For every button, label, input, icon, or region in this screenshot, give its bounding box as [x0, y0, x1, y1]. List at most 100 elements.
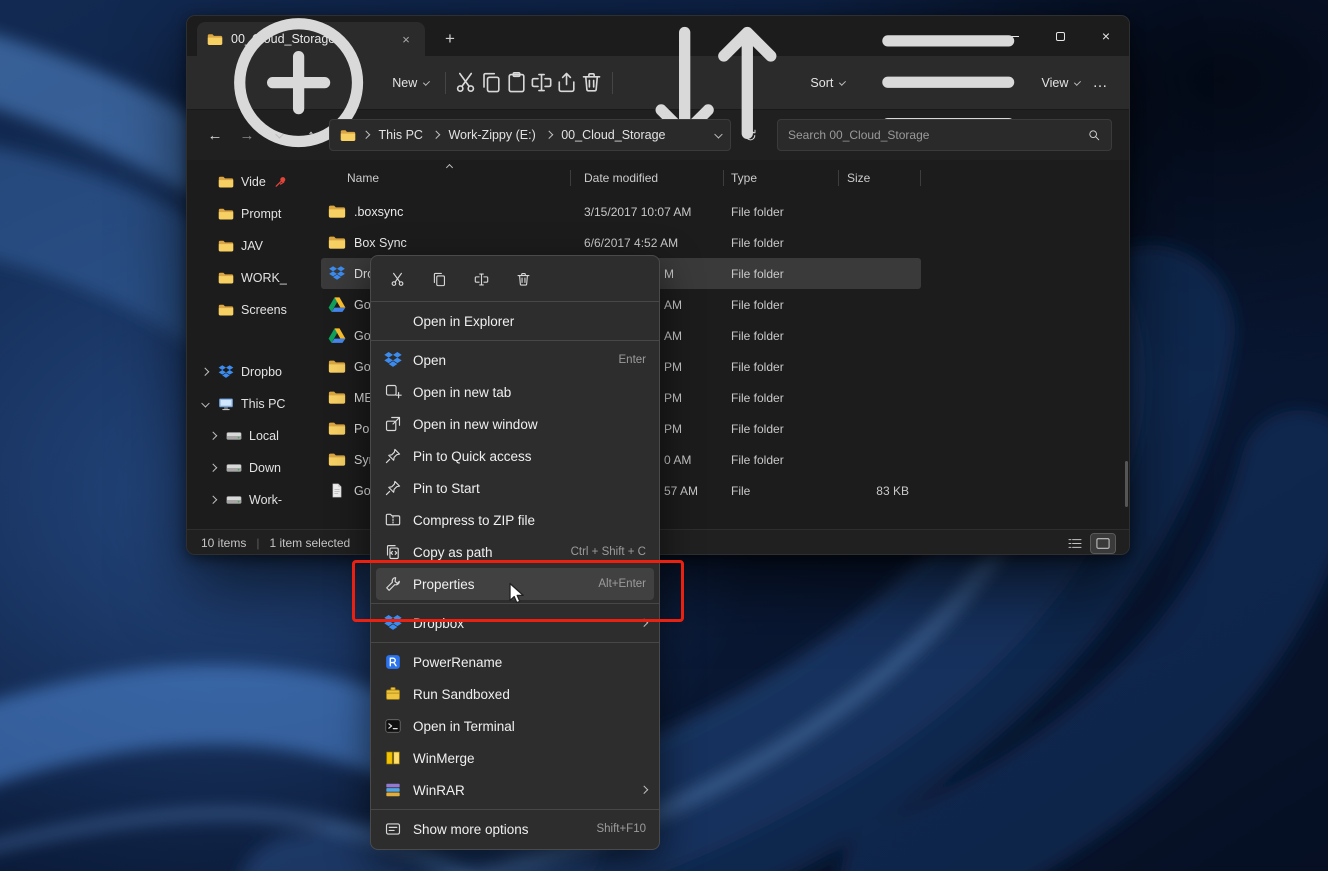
menu-divider	[371, 301, 659, 302]
menu-shortcut: Shift+F10	[596, 823, 646, 835]
rename-button[interactable]	[463, 264, 499, 294]
column-header-size[interactable]: Size	[839, 160, 921, 196]
sidebar-item-screens[interactable]: Screens	[187, 294, 321, 326]
menu-item-compress-to-zip-file[interactable]: Compress to ZIP file	[376, 504, 654, 536]
recent-locations-button[interactable]	[265, 120, 293, 150]
breadcrumb-this-pc[interactable]: This PC	[376, 126, 426, 144]
sidebar-item-label: Local	[249, 429, 279, 443]
breadcrumb-bar[interactable]: This PC Work-Zippy (E:) 00_Cloud_Storage	[329, 119, 731, 151]
paste-icon	[504, 70, 529, 95]
view-button[interactable]: View	[853, 66, 1088, 100]
file-row-box-sync[interactable]: Box Sync6/6/2017 4:52 AMFile folder	[321, 227, 921, 258]
delete-button[interactable]	[505, 264, 541, 294]
share-button[interactable]	[554, 66, 579, 100]
menu-item-label: Run Sandboxed	[413, 687, 646, 702]
disk-icon	[226, 493, 242, 507]
menu-item-show-more-options[interactable]: Show more optionsShift+F10	[376, 813, 654, 845]
chevron-down-icon	[840, 79, 846, 85]
sidebar-item-label: Dropbo	[241, 365, 282, 379]
sidebar-item-this-pc[interactable]: This PC	[187, 388, 321, 420]
search-box[interactable]	[777, 119, 1112, 151]
menu-item-open-in-explorer[interactable]: Open in Explorer	[376, 305, 654, 337]
menu-item-label: Open in Terminal	[413, 719, 646, 734]
sidebar-item-local[interactable]: Local	[187, 420, 321, 452]
paste-button[interactable]	[504, 66, 529, 100]
winmerge-icon	[384, 749, 402, 767]
breadcrumb-drive[interactable]: Work-Zippy (E:)	[445, 126, 538, 144]
column-header-name[interactable]: Name	[321, 160, 571, 196]
sidebar-item-label: Screens	[241, 303, 287, 317]
copy-button[interactable]	[421, 264, 457, 294]
chevron-right-icon[interactable]	[207, 433, 219, 439]
file-type: File folder	[724, 422, 839, 436]
chevron-glyph	[201, 368, 209, 376]
details-view-button[interactable]	[1063, 534, 1087, 553]
cut-button[interactable]	[379, 264, 415, 294]
refresh-button[interactable]	[735, 120, 765, 150]
menu-item-open[interactable]: OpenEnter	[376, 344, 654, 376]
tab-close-icon[interactable]: ×	[397, 30, 415, 48]
menu-item-winrar[interactable]: WinRAR	[376, 774, 654, 806]
back-button[interactable]: ←	[201, 120, 229, 150]
chevron-right-icon[interactable]	[207, 497, 219, 503]
breadcrumb-current-folder[interactable]: 00_Cloud_Storage	[558, 126, 668, 144]
column-header-date-modified[interactable]: Date modified	[571, 160, 724, 196]
sidebar-item-work[interactable]: WORK_	[187, 262, 321, 294]
delete-icon	[579, 70, 604, 95]
copy-button[interactable]	[479, 66, 504, 100]
menu-item-open-in-new-window[interactable]: Open in new window	[376, 408, 654, 440]
status-divider: |	[256, 536, 259, 550]
toolbar: New Sort View …	[187, 56, 1129, 110]
new-button[interactable]: New	[203, 66, 437, 100]
chevron-right-icon[interactable]	[199, 369, 211, 375]
menu-item-run-sandboxed[interactable]: Run Sandboxed	[376, 678, 654, 710]
menu-item-label: Open	[413, 353, 608, 368]
up-button[interactable]: ↑	[297, 120, 325, 150]
quick-actions-row	[371, 260, 659, 298]
powerrename-icon	[384, 653, 402, 671]
chevron-down-icon[interactable]	[199, 401, 211, 407]
forward-button[interactable]: →	[233, 120, 261, 150]
sidebar-item-vide[interactable]: Vide	[187, 166, 321, 198]
rename-button[interactable]	[529, 66, 554, 100]
refresh-icon	[743, 128, 758, 143]
see-more-button[interactable]: …	[1088, 66, 1113, 100]
search-input[interactable]	[788, 128, 1079, 142]
delete-button[interactable]	[579, 66, 604, 100]
sidebar-item-prompt[interactable]: Prompt	[187, 198, 321, 230]
maximize-button[interactable]	[1037, 16, 1083, 56]
menu-item-powerrename[interactable]: PowerRename	[376, 646, 654, 678]
file-type: File	[724, 484, 839, 498]
file-row-boxsync[interactable]: .boxsync3/15/2017 10:07 AMFile folder	[321, 196, 921, 227]
file-name-cell: Box Sync	[321, 235, 571, 250]
chevron-right-icon[interactable]	[207, 465, 219, 471]
menu-item-pin-to-quick-access[interactable]: Pin to Quick access	[376, 440, 654, 472]
menu-item-open-in-terminal[interactable]: Open in Terminal	[376, 710, 654, 742]
menu-item-label: Open in new window	[413, 417, 646, 432]
cut-button[interactable]	[453, 66, 478, 100]
sort-button[interactable]: Sort	[620, 66, 853, 100]
disk-icon	[226, 429, 242, 443]
menu-item-open-in-new-tab[interactable]: Open in new tab	[376, 376, 654, 408]
address-dropdown-icon[interactable]	[714, 130, 722, 138]
close-button[interactable]: ×	[1083, 16, 1129, 56]
menu-item-pin-to-start[interactable]: Pin to Start	[376, 472, 654, 504]
sidebar-item-label: Prompt	[241, 207, 281, 221]
menu-shortcut: Ctrl + Shift + C	[571, 546, 646, 558]
sidebar-item-label: Down	[249, 461, 281, 475]
sidebar-item-down[interactable]: Down	[187, 452, 321, 484]
details-icon	[1067, 537, 1083, 550]
file-type: File folder	[724, 360, 839, 374]
menu-item-label: PowerRename	[413, 655, 646, 670]
column-header-type[interactable]: Type	[724, 160, 839, 196]
new-tab-button[interactable]: +	[433, 22, 467, 56]
sidebar-item-work[interactable]: Work-	[187, 484, 321, 516]
sidebar-item-jav[interactable]: JAV	[187, 230, 321, 262]
large-icons-view-button[interactable]	[1091, 534, 1115, 553]
menu-item-label: Pin to Start	[413, 481, 646, 496]
sandbox-icon	[384, 685, 402, 703]
disk-icon	[226, 461, 242, 475]
sidebar-item-dropbo[interactable]: Dropbo	[187, 356, 321, 388]
menu-item-winmerge[interactable]: WinMerge	[376, 742, 654, 774]
view-button-label: View	[1041, 76, 1068, 90]
